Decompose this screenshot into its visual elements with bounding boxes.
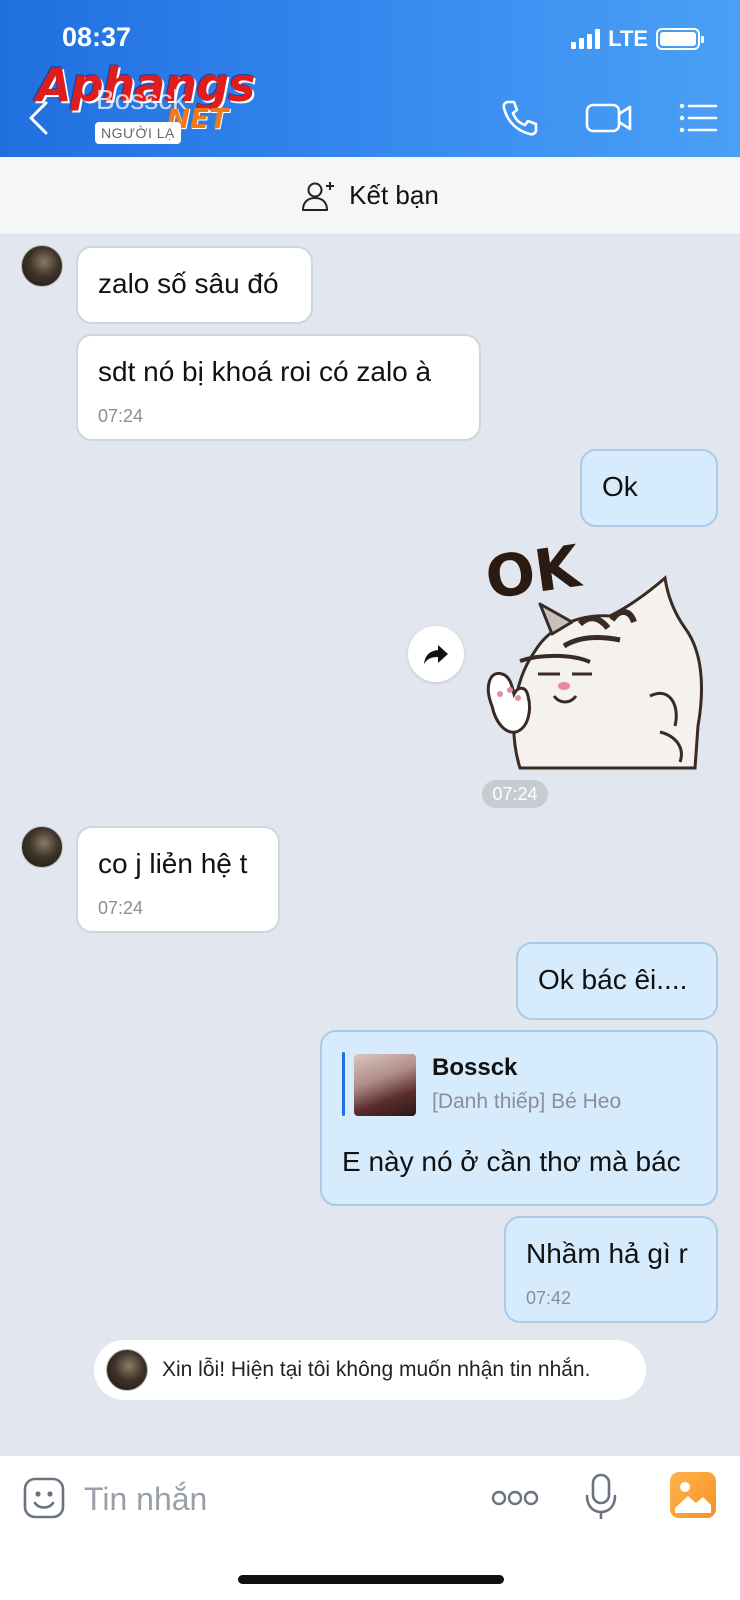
avatar[interactable] <box>21 245 63 287</box>
message-time-pill: 07:24 <box>482 780 548 808</box>
video-icon[interactable] <box>584 96 634 140</box>
photo-icon[interactable] <box>670 1472 716 1518</box>
share-forward-button[interactable] <box>408 626 464 682</box>
message-time: 07:42 <box>526 1288 572 1308</box>
add-friend-button[interactable]: Kết bạn <box>0 157 740 235</box>
menu-list-icon[interactable] <box>676 96 720 140</box>
battery-icon <box>656 28 704 50</box>
contact-name[interactable]: Bossck <box>96 84 186 116</box>
message-text: Nhầm hả gì r <box>526 1238 688 1269</box>
stranger-badge: NGƯỜI LẠ <box>95 122 181 144</box>
add-friend-icon <box>302 181 335 211</box>
message-input[interactable] <box>84 1474 444 1524</box>
message-in[interactable]: sdt nó bị khoá roi có zalo à 07:24 <box>76 334 481 441</box>
home-indicator <box>238 1575 504 1584</box>
photo-glyph <box>675 1482 711 1513</box>
ok-cat-sticker[interactable]: OK <box>480 536 716 772</box>
message-text: zalo số sâu đó <box>98 268 279 299</box>
status-time: 08:37 <box>62 22 132 52</box>
quote-preview: [Danh thiếp] Bé Heo <box>432 1090 622 1113</box>
phone-icon[interactable] <box>498 96 542 140</box>
message-in[interactable]: zalo số sâu đó <box>76 246 313 324</box>
message-out-reply[interactable]: Bossck [Danh thiếp] Bé Heo E này nó ở cầ… <box>320 1030 718 1206</box>
quote-thumbnail <box>354 1054 416 1116</box>
avatar <box>106 1349 148 1391</box>
back-icon[interactable] <box>26 100 50 136</box>
avatar[interactable] <box>21 826 63 868</box>
mic-icon[interactable] <box>584 1472 618 1522</box>
message-out[interactable]: Ok <box>580 449 718 527</box>
chat-header: 08:37 LTE Aphangs .NET Bossck NGƯỜI LẠ <box>0 0 740 157</box>
message-out[interactable]: Ok bác êi.... <box>516 942 718 1020</box>
message-in[interactable]: co j liẻn hệ t 07:24 <box>76 826 280 933</box>
emoji-icon[interactable] <box>22 1476 66 1520</box>
message-text: Ok <box>602 471 638 502</box>
sticker-text: OK <box>481 536 586 612</box>
message-text: co j liẻn hệ t <box>98 848 248 879</box>
message-text: Ok bác êi.... <box>538 964 688 995</box>
message-text: E này nó ở cần thơ mà bác <box>342 1146 681 1177</box>
auto-reply-notice: Xin lỗi! Hiện tại tôi không muốn nhận ti… <box>94 1340 646 1400</box>
more-icon[interactable] <box>490 1486 540 1510</box>
network-label: LTE <box>608 26 648 51</box>
message-time: 07:24 <box>98 898 144 918</box>
notice-text: Xin lỗi! Hiện tại tôi không muốn nhận ti… <box>162 1358 591 1381</box>
message-time: 07:24 <box>98 406 144 426</box>
message-text: sdt nó bị khoá roi có zalo à <box>98 356 432 387</box>
add-friend-label: Kết bạn <box>349 180 439 210</box>
quote-sender: Bossck <box>432 1054 518 1081</box>
message-out[interactable]: Nhầm hả gì r 07:42 <box>504 1216 718 1323</box>
quote-accent-bar <box>342 1052 345 1116</box>
signal-icon <box>571 29 601 49</box>
status-indicators: LTE <box>571 26 704 52</box>
share-forward-icon <box>424 645 448 664</box>
